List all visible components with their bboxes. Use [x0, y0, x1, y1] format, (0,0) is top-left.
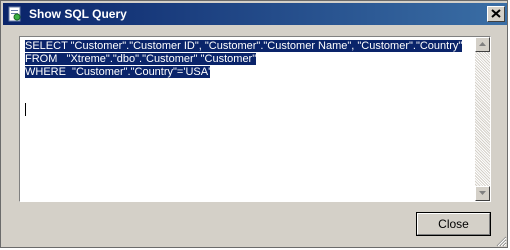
- title-bar[interactable]: Show SQL Query: [3, 3, 507, 25]
- arrow-up-icon: [479, 42, 486, 46]
- scrollbar-track[interactable]: [475, 52, 490, 186]
- scroll-up-button[interactable]: [475, 37, 490, 52]
- sql-line: WHERE "Customer"."Country"='USA': [25, 66, 211, 78]
- sql-line: FROM "Xtreme"."dbo"."Customer" "Customer…: [25, 53, 257, 65]
- vertical-scrollbar[interactable]: [475, 37, 490, 201]
- close-button[interactable]: Close: [416, 212, 491, 236]
- close-icon: [491, 9, 501, 18]
- close-button-label: Close: [417, 213, 490, 235]
- show-sql-query-dialog: Show SQL Query SELECT "Customer"."Custom…: [0, 0, 508, 248]
- sql-query-textarea[interactable]: SELECT "Customer"."Customer ID", "Custom…: [19, 36, 491, 202]
- resize-grip-icon[interactable]: [495, 235, 507, 247]
- scroll-down-button[interactable]: [475, 186, 490, 201]
- sql-query-icon: [7, 6, 23, 22]
- window-title: Show SQL Query: [29, 7, 127, 21]
- text-caret: [25, 103, 26, 116]
- sql-query-text: SELECT "Customer"."Customer ID", "Custom…: [25, 40, 473, 79]
- arrow-down-icon: [479, 191, 486, 195]
- sql-line: SELECT "Customer"."Customer ID", "Custom…: [25, 40, 463, 52]
- close-window-button[interactable]: [487, 6, 505, 22]
